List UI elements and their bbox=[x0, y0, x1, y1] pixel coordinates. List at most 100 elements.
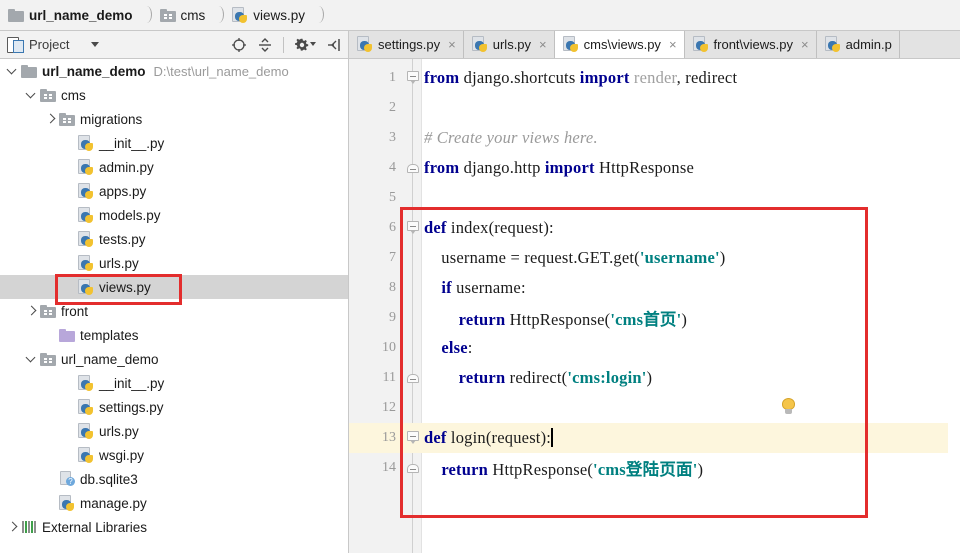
tree-item-label: tests.py bbox=[99, 231, 146, 247]
editor-line-5[interactable]: 5 bbox=[349, 183, 960, 213]
python-file-icon bbox=[78, 375, 94, 391]
code-token: , redirect bbox=[676, 68, 738, 87]
editor-tab-settings-py[interactable]: settings.py × bbox=[349, 31, 464, 58]
editor-line-12[interactable]: 12 bbox=[349, 393, 960, 423]
editor-line-8[interactable]: 8 if username: bbox=[349, 273, 960, 303]
line-number: 13 bbox=[382, 430, 396, 445]
tree-item-url_name_demo[interactable]: url_name_demo D:\test\url_name_demo bbox=[0, 59, 348, 83]
chevron-down-icon[interactable] bbox=[25, 353, 38, 366]
chevron-down-icon[interactable] bbox=[25, 89, 38, 102]
breadcrumb-item-views-py[interactable]: views.py bbox=[232, 0, 305, 31]
editor-line-3[interactable]: 3 # Create your views here. bbox=[349, 123, 960, 153]
code-token: login(request): bbox=[446, 428, 552, 447]
close-icon[interactable]: × bbox=[448, 38, 456, 51]
tree-item-label: External Libraries bbox=[42, 519, 148, 535]
editor-line-1[interactable]: 1 from django.shortcuts import render, re… bbox=[349, 63, 960, 93]
editor-line-9[interactable]: 9 return HttpResponse('cms首页') bbox=[349, 303, 960, 333]
code-token: redirect( bbox=[505, 368, 568, 387]
tree-item-apps-py[interactable]: apps.py bbox=[0, 179, 348, 203]
tree-item-url_name_demo[interactable]: url_name_demo bbox=[0, 347, 348, 371]
code-fold-collapse-icon[interactable] bbox=[405, 70, 421, 86]
tree-item-settings-py[interactable]: settings.py bbox=[0, 395, 348, 419]
code-token: ) bbox=[646, 368, 653, 387]
tree-item-__init__-py[interactable]: __init__.py bbox=[0, 371, 348, 395]
code-token: render bbox=[633, 68, 677, 87]
python-file-icon bbox=[59, 495, 75, 511]
line-content: return HttpResponse('cms登陆页面') bbox=[424, 456, 703, 480]
editor-tab-front-views-py[interactable]: front\views.py × bbox=[684, 31, 817, 58]
module-folder-icon bbox=[159, 8, 176, 22]
sqlite-file-icon: ? bbox=[59, 471, 75, 487]
editor-line-14[interactable]: 14 return HttpResponse('cms登陆页面') bbox=[349, 453, 960, 483]
tree-item-__init__-py[interactable]: __init__.py bbox=[0, 131, 348, 155]
code-fold-collapse-icon[interactable] bbox=[405, 430, 421, 446]
tree-item-admin-py[interactable]: admin.py bbox=[0, 155, 348, 179]
close-icon[interactable]: × bbox=[669, 38, 677, 51]
editor-tab-admin-p[interactable]: admin.p bbox=[816, 31, 900, 58]
close-icon[interactable]: × bbox=[539, 38, 547, 51]
editor-line-2[interactable]: 2 bbox=[349, 93, 960, 123]
tree-item-label: __init__.py bbox=[99, 375, 165, 391]
tree-item-External Libraries[interactable]: External Libraries bbox=[0, 515, 348, 539]
tree-item-front[interactable]: front bbox=[0, 299, 348, 323]
chevron-right-icon[interactable] bbox=[6, 521, 19, 534]
project-view-icon bbox=[7, 37, 24, 53]
tree-item-models-py[interactable]: models.py bbox=[0, 203, 348, 227]
tree-item-label: db.sqlite3 bbox=[80, 471, 138, 487]
code-fold-end-icon[interactable] bbox=[405, 460, 421, 476]
code-editor[interactable]: 1 from django.shortcuts import render, re… bbox=[349, 59, 960, 553]
tree-item-views-py[interactable]: views.py bbox=[0, 275, 348, 299]
breadcrumb-item-cms[interactable]: cms bbox=[159, 0, 205, 31]
code-fold-collapse-icon[interactable] bbox=[405, 220, 421, 236]
editor-line-11[interactable]: 11 return redirect('cms:login') bbox=[349, 363, 960, 393]
editor-line-10[interactable]: 10 else: bbox=[349, 333, 960, 363]
tree-item-db-sqlite3[interactable]: ? db.sqlite3 bbox=[0, 467, 348, 491]
tree-item-label: apps.py bbox=[99, 183, 147, 199]
toolbar-divider bbox=[283, 36, 284, 53]
editor-scrollbar-area[interactable] bbox=[948, 59, 960, 553]
tree-item-manage-py[interactable]: manage.py bbox=[0, 491, 348, 515]
tree-item-migrations[interactable]: migrations bbox=[0, 107, 348, 131]
tree-item-label: cms bbox=[61, 87, 86, 103]
tree-item-templates[interactable]: templates bbox=[0, 323, 348, 347]
editor-tab-cms-views-py[interactable]: cms\views.py × bbox=[554, 31, 685, 58]
close-icon[interactable]: × bbox=[801, 38, 809, 51]
collapse-all-icon[interactable] bbox=[257, 37, 273, 53]
hide-panel-icon[interactable] bbox=[326, 37, 342, 53]
editor-tab-label: front\views.py bbox=[713, 36, 794, 52]
editor-line-4[interactable]: 4 from django.http import HttpResponse bbox=[349, 153, 960, 183]
locate-target-icon[interactable] bbox=[231, 37, 247, 53]
breadcrumb-separator-icon bbox=[313, 5, 326, 25]
module-folder-icon bbox=[40, 88, 56, 102]
code-token: index(request): bbox=[446, 218, 554, 237]
editor-line-6[interactable]: 6 def index(request): bbox=[349, 213, 960, 243]
code-fold-end-icon[interactable] bbox=[405, 160, 421, 176]
breadcrumb-item-url_name_demo[interactable]: url_name_demo bbox=[8, 0, 133, 31]
tree-item-cms[interactable]: cms bbox=[0, 83, 348, 107]
code-fold-end-icon[interactable] bbox=[405, 370, 421, 386]
tree-item-urls-py[interactable]: urls.py bbox=[0, 251, 348, 275]
chevron-right-icon[interactable] bbox=[25, 305, 38, 318]
python-file-icon bbox=[471, 36, 488, 52]
editor-line-7[interactable]: 7 username = request.GET.get('username') bbox=[349, 243, 960, 273]
editor-tab-urls-py[interactable]: urls.py × bbox=[463, 31, 555, 58]
tree-item-wsgi-py[interactable]: wsgi.py bbox=[0, 443, 348, 467]
gear-settings-icon[interactable] bbox=[294, 37, 316, 53]
tree-item-tests-py[interactable]: tests.py bbox=[0, 227, 348, 251]
chevron-right-icon[interactable] bbox=[44, 113, 57, 126]
line-content: return HttpResponse('cms首页') bbox=[424, 306, 687, 330]
line-number: 14 bbox=[382, 460, 396, 475]
project-tree: url_name_demo D:\test\url_name_democms mig… bbox=[0, 59, 348, 553]
chevron-down-icon[interactable] bbox=[91, 42, 100, 47]
project-panel-title[interactable]: Project bbox=[7, 37, 69, 53]
editor-line-13[interactable]: 13 def login(request): bbox=[349, 423, 960, 453]
chevron-down-icon[interactable] bbox=[6, 65, 19, 78]
intention-lightbulb-icon[interactable] bbox=[781, 398, 796, 416]
line-content: else: bbox=[424, 338, 473, 358]
tree-item-urls-py[interactable]: urls.py bbox=[0, 419, 348, 443]
